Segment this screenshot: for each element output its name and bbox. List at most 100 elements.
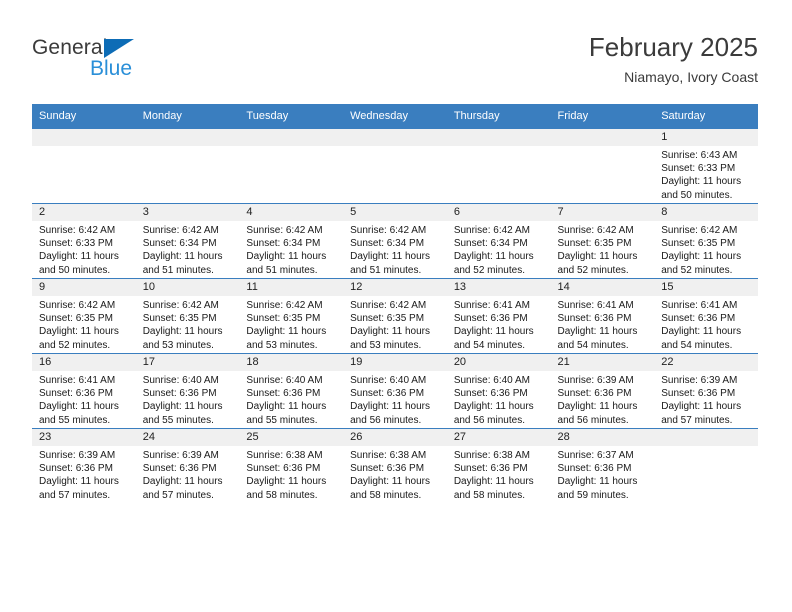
day-number: 14 — [550, 279, 655, 296]
day-number — [32, 129, 136, 146]
sunset-text: Sunset: 6:34 PM — [350, 238, 425, 250]
calendar-day-cell[interactable]: 19 Sunrise: 6:40 AM Sunset: 6:36 PM Dayligh… — [343, 353, 447, 429]
day-number: 9 — [32, 279, 136, 296]
calendar-day-cell[interactable] — [654, 428, 758, 503]
day-details — [32, 146, 136, 149]
calendar-day-cell[interactable] — [550, 128, 655, 204]
sunset-text: Sunset: 6:36 PM — [246, 463, 321, 475]
calendar-day-cell[interactable]: 20 Sunrise: 6:40 AM Sunset: 6:36 PM Dayligh… — [446, 353, 551, 429]
day-number: 12 — [343, 279, 447, 296]
sunrise-text: Sunrise: 6:42 AM — [142, 225, 219, 236]
calendar-day-cell[interactable]: 17 Sunrise: 6:40 AM Sunset: 6:36 PM Dayligh… — [135, 353, 240, 429]
calendar-day-cell[interactable]: 14 Sunrise: 6:41 AM Sunset: 6:36 PM Dayligh… — [550, 278, 655, 354]
day-details: Sunrise: 6:42 AM Sunset: 6:34 PM Daylight:… — [343, 221, 447, 277]
day-details: Sunrise: 6:41 AM Sunset: 6:36 PM Daylight:… — [32, 371, 136, 427]
title-block: February 2025 Niamayo, Ivory Coast — [589, 30, 758, 88]
daylight-text: Daylight: 11 hours and 53 minutes. — [350, 326, 430, 351]
day-cell-content: 6 Sunrise: 6:42 AM Sunset: 6:34 PM Daylight… — [446, 204, 551, 278]
day-details: Sunrise: 6:41 AM Sunset: 6:36 PM Daylight:… — [447, 296, 551, 352]
calendar-day-cell[interactable]: 7 Sunrise: 6:42 AM Sunset: 6:35 PM Daylight… — [550, 203, 655, 279]
sunrise-text: Sunrise: 6:41 AM — [557, 300, 634, 311]
day-details: Sunrise: 6:37 AM Sunset: 6:36 PM Daylight:… — [551, 446, 655, 502]
weekday-header-thursday: Thursday — [446, 104, 551, 129]
daylight-text: Daylight: 11 hours and 55 minutes. — [39, 401, 119, 426]
day-details — [447, 146, 551, 149]
sunset-text: Sunset: 6:34 PM — [142, 238, 217, 250]
day-cell-content: 8 Sunrise: 6:42 AM Sunset: 6:35 PM Daylight… — [654, 204, 758, 278]
calendar-day-cell[interactable]: 26 Sunrise: 6:38 AM Sunset: 6:36 PM Dayligh… — [343, 428, 447, 503]
calendar-day-cell[interactable]: 3 Sunrise: 6:42 AM Sunset: 6:34 PM Daylight… — [135, 203, 240, 279]
calendar-day-cell[interactable]: 12 Sunrise: 6:42 AM Sunset: 6:35 PM Dayligh… — [343, 278, 447, 354]
calendar-day-cell[interactable] — [32, 128, 136, 204]
day-number: 13 — [446, 279, 551, 296]
day-number: 2 — [32, 204, 136, 221]
calendar-day-cell[interactable]: 4 Sunrise: 6:42 AM Sunset: 6:34 PM Daylight… — [239, 203, 344, 279]
calendar-day-cell[interactable]: 2 Sunrise: 6:42 AM Sunset: 6:33 PM Daylight… — [32, 203, 136, 279]
day-number: 11 — [239, 279, 344, 296]
daylight-text: Daylight: 11 hours and 58 minutes. — [453, 476, 534, 501]
sunset-text: Sunset: 6:36 PM — [142, 388, 217, 400]
calendar-day-cell[interactable]: 27 Sunrise: 6:38 AM Sunset: 6:36 PM Dayligh… — [446, 428, 551, 503]
calendar-day-cell[interactable]: 28 Sunrise: 6:37 AM Sunset: 6:36 PM Dayligh… — [550, 428, 655, 503]
day-details — [343, 146, 447, 149]
daylight-text: Daylight: 11 hours and 55 minutes. — [142, 401, 223, 426]
calendar-day-cell[interactable]: 21 Sunrise: 6:39 AM Sunset: 6:36 PM Dayligh… — [550, 353, 655, 429]
calendar-day-cell[interactable]: 10 Sunrise: 6:42 AM Sunset: 6:35 PM Dayligh… — [135, 278, 240, 354]
daylight-text: Daylight: 11 hours and 52 minutes. — [557, 251, 638, 276]
location-subtitle: Niamayo, Ivory Coast — [624, 69, 758, 85]
weekday-header-sunday: Sunday — [32, 104, 136, 129]
daylight-text: Daylight: 11 hours and 58 minutes. — [350, 476, 430, 501]
calendar-day-cell[interactable]: 13 Sunrise: 6:41 AM Sunset: 6:36 PM Dayligh… — [446, 278, 551, 354]
sunset-text: Sunset: 6:36 PM — [39, 388, 113, 400]
calendar-day-cell[interactable]: 11 Sunrise: 6:42 AM Sunset: 6:35 PM Dayligh… — [239, 278, 344, 354]
calendar-day-cell[interactable]: 24 Sunrise: 6:39 AM Sunset: 6:36 PM Dayligh… — [135, 428, 240, 503]
day-cell-content: 13 Sunrise: 6:41 AM Sunset: 6:36 PM Dayligh… — [446, 279, 551, 353]
day-cell-content: 17 Sunrise: 6:40 AM Sunset: 6:36 PM Dayligh… — [135, 354, 240, 428]
day-number: 21 — [550, 354, 655, 371]
calendar-day-cell[interactable]: 9 Sunrise: 6:42 AM Sunset: 6:35 PM Daylight… — [32, 278, 136, 354]
day-number — [550, 129, 655, 146]
sunrise-text: Sunrise: 6:42 AM — [661, 225, 738, 236]
day-details: Sunrise: 6:42 AM Sunset: 6:33 PM Daylight:… — [32, 221, 136, 277]
calendar-day-cell[interactable] — [239, 128, 344, 204]
day-cell-content: 27 Sunrise: 6:38 AM Sunset: 6:36 PM Dayligh… — [446, 429, 551, 503]
sunrise-text: Sunrise: 6:37 AM — [557, 450, 634, 461]
daylight-text: Daylight: 11 hours and 50 minutes. — [39, 251, 119, 276]
daylight-text: Daylight: 11 hours and 55 minutes. — [246, 401, 327, 426]
calendar-day-cell[interactable]: 22 Sunrise: 6:39 AM Sunset: 6:36 PM Dayligh… — [654, 353, 758, 429]
day-number: 1 — [654, 129, 758, 146]
calendar-day-cell[interactable]: 6 Sunrise: 6:42 AM Sunset: 6:34 PM Daylight… — [446, 203, 551, 279]
day-cell-content: 25 Sunrise: 6:38 AM Sunset: 6:36 PM Dayligh… — [239, 429, 344, 503]
day-details: Sunrise: 6:41 AM Sunset: 6:36 PM Daylight:… — [551, 296, 655, 352]
sunrise-text: Sunrise: 6:42 AM — [39, 225, 116, 236]
daylight-text: Daylight: 11 hours and 56 minutes. — [453, 401, 534, 426]
calendar-day-cell[interactable] — [343, 128, 447, 204]
calendar-week-row: 1 Sunrise: 6:43 AM Sunset: 6:33 PM Daylight… — [32, 128, 758, 204]
calendar-day-cell[interactable]: 15 Sunrise: 6:41 AM Sunset: 6:36 PM Dayligh… — [654, 278, 758, 354]
calendar-day-cell[interactable]: 16 Sunrise: 6:41 AM Sunset: 6:36 PM Dayligh… — [32, 353, 136, 429]
day-number: 8 — [654, 204, 758, 221]
day-cell-content: 3 Sunrise: 6:42 AM Sunset: 6:34 PM Daylight… — [135, 204, 240, 278]
sunset-text: Sunset: 6:36 PM — [557, 463, 632, 475]
calendar-header-row: Sunday Monday Tuesday Wednesday Thursday… — [32, 104, 758, 129]
sunset-text: Sunset: 6:33 PM — [39, 238, 113, 250]
day-details — [239, 146, 343, 149]
calendar-week-row: 23 Sunrise: 6:39 AM Sunset: 6:36 PM Dayligh… — [32, 428, 758, 503]
day-details: Sunrise: 6:42 AM Sunset: 6:35 PM Daylight:… — [551, 221, 655, 277]
day-number: 23 — [32, 429, 136, 446]
calendar-day-cell[interactable]: 25 Sunrise: 6:38 AM Sunset: 6:36 PM Dayligh… — [239, 428, 344, 503]
calendar-day-cell[interactable] — [135, 128, 240, 204]
calendar-day-cell[interactable]: 5 Sunrise: 6:42 AM Sunset: 6:34 PM Daylight… — [343, 203, 447, 279]
sunset-text: Sunset: 6:36 PM — [39, 463, 113, 475]
daylight-text: Daylight: 11 hours and 54 minutes. — [661, 326, 742, 351]
calendar-day-cell[interactable]: 8 Sunrise: 6:42 AM Sunset: 6:35 PM Daylight… — [654, 203, 758, 279]
calendar-day-cell[interactable]: 1 Sunrise: 6:43 AM Sunset: 6:33 PM Daylight… — [654, 128, 758, 204]
day-cell-content: 24 Sunrise: 6:39 AM Sunset: 6:36 PM Dayligh… — [135, 429, 240, 503]
day-cell-content — [239, 129, 344, 203]
calendar-day-cell[interactable]: 23 Sunrise: 6:39 AM Sunset: 6:36 PM Dayligh… — [32, 428, 136, 503]
sunrise-text: Sunrise: 6:40 AM — [246, 375, 323, 386]
sunrise-text: Sunrise: 6:42 AM — [350, 225, 427, 236]
calendar-day-cell[interactable]: 18 Sunrise: 6:40 AM Sunset: 6:36 PM Dayligh… — [239, 353, 344, 429]
calendar-day-cell[interactable] — [446, 128, 551, 204]
day-number — [446, 129, 551, 146]
